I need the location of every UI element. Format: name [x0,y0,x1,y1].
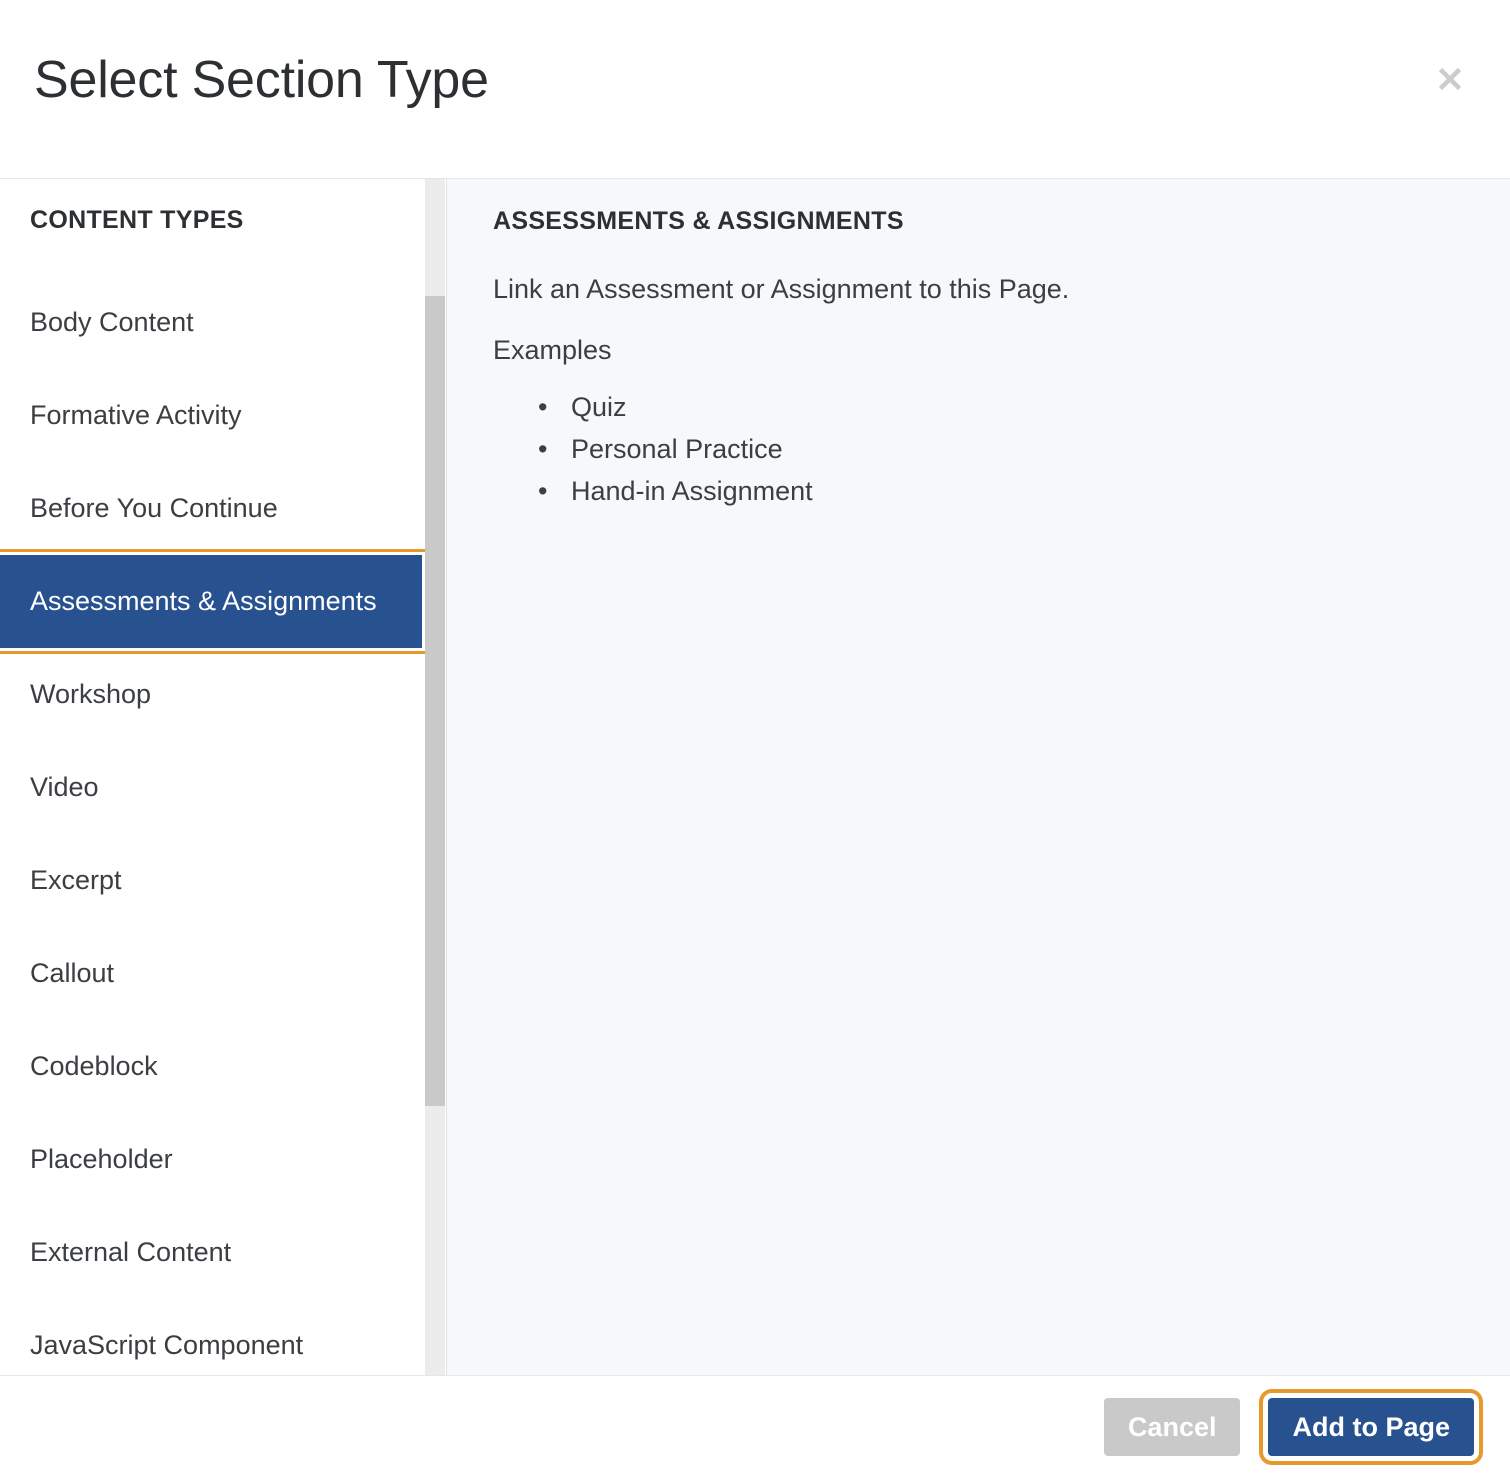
detail-examples-list: Quiz Personal Practice Hand-in Assignmen… [523,386,813,512]
list-item: Hand-in Assignment [571,470,813,512]
select-section-type-dialog: Select Section Type CONTENT TYPES Body C… [0,0,1510,1478]
dialog-body: CONTENT TYPES Body Content Formative Act… [0,179,1510,1375]
sidebar-item-label: Body Content [0,307,194,338]
sidebar-item-body-content[interactable]: Body Content [0,276,426,369]
sidebar-item-label: Callout [0,958,114,989]
sidebar-scrollbar-thumb[interactable] [425,296,445,1106]
sidebar-item-label: Workshop [0,679,151,710]
detail-heading: ASSESSMENTS & ASSIGNMENTS [493,207,904,236]
sidebar-item-label: Video [0,772,99,803]
list-item: Personal Practice [571,428,813,470]
sidebar-item-video[interactable]: Video [0,741,426,834]
sidebar-item-assessments-assignments[interactable]: Assessments & Assignments [0,555,422,648]
sidebar-item-callout[interactable]: Callout [0,927,426,1020]
sidebar-item-before-you-continue[interactable]: Before You Continue [0,462,426,555]
list-item: Quiz [571,386,813,428]
close-icon [1435,64,1465,94]
sidebar-item-label: JavaScript Component [0,1330,303,1361]
sidebar-item-label: Before You Continue [0,493,278,524]
sidebar-item-label: Assessments & Assignments [0,586,377,617]
sidebar-item-excerpt[interactable]: Excerpt [0,834,426,927]
dialog-title: Select Section Type [34,52,489,109]
close-dialog-button[interactable] [1428,57,1472,101]
sidebar-item-codeblock[interactable]: Codeblock [0,1020,426,1113]
detail-description: Link an Assessment or Assignment to this… [493,274,1069,305]
sidebar-item-label: Excerpt [0,865,122,896]
add-to-page-button[interactable]: Add to Page [1268,1398,1474,1456]
sidebar-heading: CONTENT TYPES [30,206,244,235]
sidebar-item-placeholder[interactable]: Placeholder [0,1113,426,1206]
sidebar-item-formative-activity[interactable]: Formative Activity [0,369,426,462]
sidebar-item-label: Formative Activity [0,400,242,431]
sidebar-scrollbar[interactable] [425,179,445,1375]
sidebar-item-external-content[interactable]: External Content [0,1206,426,1299]
dialog-footer: Cancel Add to Page [0,1375,1510,1478]
sidebar-item-label: External Content [0,1237,231,1268]
cancel-button[interactable]: Cancel [1104,1398,1241,1456]
detail-examples-label: Examples [493,335,612,366]
sidebar-item-label: Placeholder [0,1144,173,1175]
sidebar-item-workshop[interactable]: Workshop [0,648,426,741]
sidebar-item-label: Codeblock [0,1051,158,1082]
dialog-header: Select Section Type [0,0,1510,179]
content-types-list: Body Content Formative Activity Before Y… [0,276,426,1375]
sidebar-item-javascript-component[interactable]: JavaScript Component [0,1299,426,1375]
content-type-detail-panel: ASSESSMENTS & ASSIGNMENTS Link an Assess… [447,179,1510,1375]
content-types-sidebar: CONTENT TYPES Body Content Formative Act… [0,179,447,1375]
